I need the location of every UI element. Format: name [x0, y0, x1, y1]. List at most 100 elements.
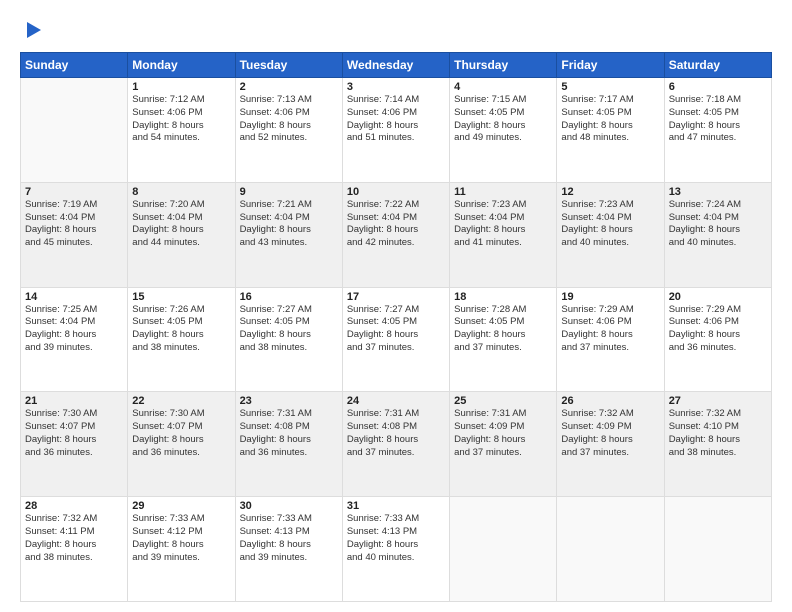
- table-row: 6Sunrise: 7:18 AM Sunset: 4:05 PM Daylig…: [664, 78, 771, 183]
- day-info: Sunrise: 7:14 AM Sunset: 4:06 PM Dayligh…: [347, 94, 445, 145]
- day-info: Sunrise: 7:26 AM Sunset: 4:05 PM Dayligh…: [132, 304, 230, 355]
- day-info: Sunrise: 7:30 AM Sunset: 4:07 PM Dayligh…: [25, 408, 123, 459]
- table-row: [557, 497, 664, 602]
- day-info: Sunrise: 7:31 AM Sunset: 4:08 PM Dayligh…: [347, 408, 445, 459]
- table-row: 9Sunrise: 7:21 AM Sunset: 4:04 PM Daylig…: [235, 182, 342, 287]
- table-row: 18Sunrise: 7:28 AM Sunset: 4:05 PM Dayli…: [450, 287, 557, 392]
- table-row: [450, 497, 557, 602]
- col-thursday: Thursday: [450, 53, 557, 78]
- day-info: Sunrise: 7:25 AM Sunset: 4:04 PM Dayligh…: [25, 304, 123, 355]
- day-number: 12: [561, 186, 659, 198]
- table-row: 28Sunrise: 7:32 AM Sunset: 4:11 PM Dayli…: [21, 497, 128, 602]
- table-row: 12Sunrise: 7:23 AM Sunset: 4:04 PM Dayli…: [557, 182, 664, 287]
- day-number: 21: [25, 395, 123, 407]
- day-number: 6: [669, 81, 767, 93]
- table-row: 30Sunrise: 7:33 AM Sunset: 4:13 PM Dayli…: [235, 497, 342, 602]
- calendar-header-row: Sunday Monday Tuesday Wednesday Thursday…: [21, 53, 772, 78]
- logo-icon: [23, 20, 45, 42]
- table-row: 17Sunrise: 7:27 AM Sunset: 4:05 PM Dayli…: [342, 287, 449, 392]
- table-row: 26Sunrise: 7:32 AM Sunset: 4:09 PM Dayli…: [557, 392, 664, 497]
- day-number: 20: [669, 291, 767, 303]
- table-row: 8Sunrise: 7:20 AM Sunset: 4:04 PM Daylig…: [128, 182, 235, 287]
- day-number: 31: [347, 500, 445, 512]
- day-info: Sunrise: 7:18 AM Sunset: 4:05 PM Dayligh…: [669, 94, 767, 145]
- day-number: 11: [454, 186, 552, 198]
- table-row: 5Sunrise: 7:17 AM Sunset: 4:05 PM Daylig…: [557, 78, 664, 183]
- table-row: 24Sunrise: 7:31 AM Sunset: 4:08 PM Dayli…: [342, 392, 449, 497]
- day-info: Sunrise: 7:33 AM Sunset: 4:12 PM Dayligh…: [132, 513, 230, 564]
- calendar-table: Sunday Monday Tuesday Wednesday Thursday…: [20, 52, 772, 602]
- table-row: 22Sunrise: 7:30 AM Sunset: 4:07 PM Dayli…: [128, 392, 235, 497]
- table-row: [664, 497, 771, 602]
- col-friday: Friday: [557, 53, 664, 78]
- day-info: Sunrise: 7:32 AM Sunset: 4:09 PM Dayligh…: [561, 408, 659, 459]
- day-number: 3: [347, 81, 445, 93]
- table-row: 1Sunrise: 7:12 AM Sunset: 4:06 PM Daylig…: [128, 78, 235, 183]
- day-number: 16: [240, 291, 338, 303]
- day-info: Sunrise: 7:27 AM Sunset: 4:05 PM Dayligh…: [240, 304, 338, 355]
- day-number: 9: [240, 186, 338, 198]
- day-number: 19: [561, 291, 659, 303]
- table-row: 27Sunrise: 7:32 AM Sunset: 4:10 PM Dayli…: [664, 392, 771, 497]
- table-row: 2Sunrise: 7:13 AM Sunset: 4:06 PM Daylig…: [235, 78, 342, 183]
- table-row: 19Sunrise: 7:29 AM Sunset: 4:06 PM Dayli…: [557, 287, 664, 392]
- day-info: Sunrise: 7:31 AM Sunset: 4:08 PM Dayligh…: [240, 408, 338, 459]
- day-info: Sunrise: 7:21 AM Sunset: 4:04 PM Dayligh…: [240, 199, 338, 250]
- day-number: 22: [132, 395, 230, 407]
- day-info: Sunrise: 7:22 AM Sunset: 4:04 PM Dayligh…: [347, 199, 445, 250]
- day-number: 18: [454, 291, 552, 303]
- calendar-week-row: 7Sunrise: 7:19 AM Sunset: 4:04 PM Daylig…: [21, 182, 772, 287]
- logo: [20, 18, 45, 42]
- table-row: 14Sunrise: 7:25 AM Sunset: 4:04 PM Dayli…: [21, 287, 128, 392]
- day-info: Sunrise: 7:33 AM Sunset: 4:13 PM Dayligh…: [347, 513, 445, 564]
- table-row: 29Sunrise: 7:33 AM Sunset: 4:12 PM Dayli…: [128, 497, 235, 602]
- day-info: Sunrise: 7:12 AM Sunset: 4:06 PM Dayligh…: [132, 94, 230, 145]
- day-number: 15: [132, 291, 230, 303]
- table-row: 3Sunrise: 7:14 AM Sunset: 4:06 PM Daylig…: [342, 78, 449, 183]
- col-tuesday: Tuesday: [235, 53, 342, 78]
- day-info: Sunrise: 7:17 AM Sunset: 4:05 PM Dayligh…: [561, 94, 659, 145]
- table-row: 16Sunrise: 7:27 AM Sunset: 4:05 PM Dayli…: [235, 287, 342, 392]
- day-number: 25: [454, 395, 552, 407]
- day-info: Sunrise: 7:15 AM Sunset: 4:05 PM Dayligh…: [454, 94, 552, 145]
- table-row: 4Sunrise: 7:15 AM Sunset: 4:05 PM Daylig…: [450, 78, 557, 183]
- day-info: Sunrise: 7:30 AM Sunset: 4:07 PM Dayligh…: [132, 408, 230, 459]
- table-row: 21Sunrise: 7:30 AM Sunset: 4:07 PM Dayli…: [21, 392, 128, 497]
- calendar-week-row: 14Sunrise: 7:25 AM Sunset: 4:04 PM Dayli…: [21, 287, 772, 392]
- col-monday: Monday: [128, 53, 235, 78]
- col-wednesday: Wednesday: [342, 53, 449, 78]
- day-number: 10: [347, 186, 445, 198]
- day-number: 28: [25, 500, 123, 512]
- table-row: 10Sunrise: 7:22 AM Sunset: 4:04 PM Dayli…: [342, 182, 449, 287]
- table-row: 25Sunrise: 7:31 AM Sunset: 4:09 PM Dayli…: [450, 392, 557, 497]
- calendar-week-row: 1Sunrise: 7:12 AM Sunset: 4:06 PM Daylig…: [21, 78, 772, 183]
- day-info: Sunrise: 7:23 AM Sunset: 4:04 PM Dayligh…: [561, 199, 659, 250]
- table-row: 11Sunrise: 7:23 AM Sunset: 4:04 PM Dayli…: [450, 182, 557, 287]
- day-number: 14: [25, 291, 123, 303]
- day-number: 26: [561, 395, 659, 407]
- day-number: 8: [132, 186, 230, 198]
- calendar-week-row: 28Sunrise: 7:32 AM Sunset: 4:11 PM Dayli…: [21, 497, 772, 602]
- table-row: 13Sunrise: 7:24 AM Sunset: 4:04 PM Dayli…: [664, 182, 771, 287]
- day-number: 5: [561, 81, 659, 93]
- day-number: 7: [25, 186, 123, 198]
- day-info: Sunrise: 7:32 AM Sunset: 4:10 PM Dayligh…: [669, 408, 767, 459]
- header: [20, 18, 772, 42]
- day-number: 27: [669, 395, 767, 407]
- day-info: Sunrise: 7:23 AM Sunset: 4:04 PM Dayligh…: [454, 199, 552, 250]
- day-number: 17: [347, 291, 445, 303]
- table-row: 23Sunrise: 7:31 AM Sunset: 4:08 PM Dayli…: [235, 392, 342, 497]
- day-info: Sunrise: 7:33 AM Sunset: 4:13 PM Dayligh…: [240, 513, 338, 564]
- day-info: Sunrise: 7:19 AM Sunset: 4:04 PM Dayligh…: [25, 199, 123, 250]
- table-row: 31Sunrise: 7:33 AM Sunset: 4:13 PM Dayli…: [342, 497, 449, 602]
- col-sunday: Sunday: [21, 53, 128, 78]
- day-info: Sunrise: 7:27 AM Sunset: 4:05 PM Dayligh…: [347, 304, 445, 355]
- day-info: Sunrise: 7:29 AM Sunset: 4:06 PM Dayligh…: [669, 304, 767, 355]
- day-info: Sunrise: 7:29 AM Sunset: 4:06 PM Dayligh…: [561, 304, 659, 355]
- day-number: 23: [240, 395, 338, 407]
- col-saturday: Saturday: [664, 53, 771, 78]
- table-row: 20Sunrise: 7:29 AM Sunset: 4:06 PM Dayli…: [664, 287, 771, 392]
- day-number: 30: [240, 500, 338, 512]
- table-row: [21, 78, 128, 183]
- day-info: Sunrise: 7:13 AM Sunset: 4:06 PM Dayligh…: [240, 94, 338, 145]
